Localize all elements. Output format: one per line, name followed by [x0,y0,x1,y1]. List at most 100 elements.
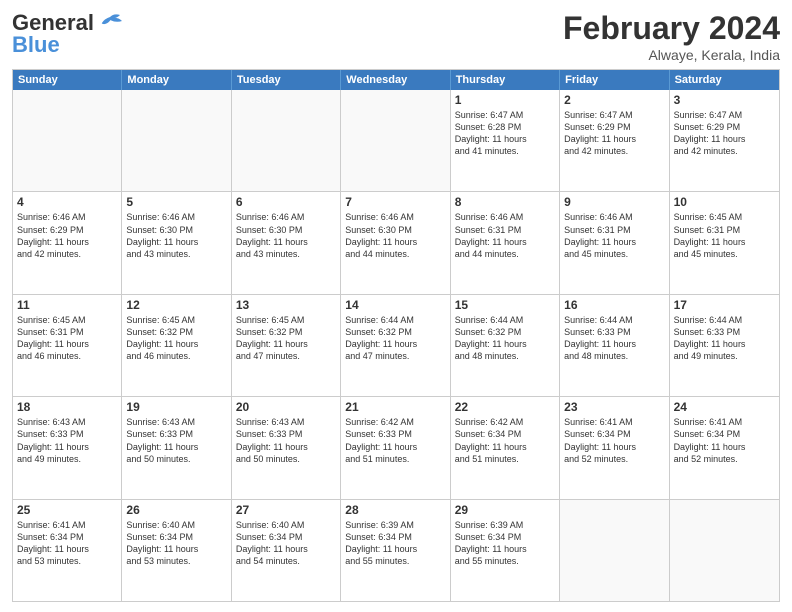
day-info: Sunrise: 6:44 AM Sunset: 6:33 PM Dayligh… [674,314,775,363]
day-number: 15 [455,298,555,312]
calendar-week-2: 11Sunrise: 6:45 AM Sunset: 6:31 PM Dayli… [13,294,779,396]
calendar-cell: 12Sunrise: 6:45 AM Sunset: 6:32 PM Dayli… [122,295,231,396]
page: General Blue February 2024 Alwaye, Keral… [0,0,792,612]
calendar-cell: 25Sunrise: 6:41 AM Sunset: 6:34 PM Dayli… [13,500,122,601]
day-of-week-friday: Friday [560,70,669,90]
day-number: 2 [564,93,664,107]
calendar-cell: 26 Sunrise: 6:40 AM Sunset: 6:34 PM Dayli… [122,500,231,601]
day-number: 17 [674,298,775,312]
calendar-cell: 7Sunrise: 6:46 AM Sunset: 6:30 PM Daylig… [341,192,450,293]
calendar-cell: 28Sunrise: 6:39 AM Sunset: 6:34 PM Dayli… [341,500,450,601]
calendar-cell: 21 Sunrise: 6:42 AM Sunset: 6:33 PM Dayli… [341,397,450,498]
day-info: Sunrise: 6:43 AM Sunset: 6:33 PM Dayligh… [236,416,336,465]
day-info: Sunrise: 6:42 AM Sunset: 6:34 PM Dayligh… [455,416,555,465]
calendar-header: SundayMondayTuesdayWednesdayThursdayFrid… [13,70,779,90]
month-title: February 2024 [563,10,780,47]
day-number: 20 [236,400,336,414]
day-info: Sunrise: 6:41 AM Sunset: 6:34 PM Dayligh… [17,519,117,568]
day-info: Sunrise: 6:41 AM Sunset: 6:34 PM Dayligh… [564,416,664,465]
day-number: 9 [564,195,664,209]
calendar-cell: 8Sunrise: 6:46 AM Sunset: 6:31 PM Daylig… [451,192,560,293]
day-number: 19 [126,400,226,414]
calendar-cell: 16 Sunrise: 6:44 AM Sunset: 6:33 PM Dayli… [560,295,669,396]
calendar-cell: 27Sunrise: 6:40 AM Sunset: 6:34 PM Dayli… [232,500,341,601]
calendar-cell: 29 Sunrise: 6:39 AM Sunset: 6:34 PM Dayli… [451,500,560,601]
day-info: Sunrise: 6:45 AM Sunset: 6:31 PM Dayligh… [674,211,775,260]
calendar-cell: 13 Sunrise: 6:45 AM Sunset: 6:32 PM Dayli… [232,295,341,396]
day-number: 7 [345,195,445,209]
day-info: Sunrise: 6:47 AM Sunset: 6:28 PM Dayligh… [455,109,555,158]
day-number: 27 [236,503,336,517]
day-info: Sunrise: 6:39 AM Sunset: 6:34 PM Dayligh… [455,519,555,568]
calendar-cell: 4 Sunrise: 6:46 AM Sunset: 6:29 PM Daylig… [13,192,122,293]
day-of-week-thursday: Thursday [451,70,560,90]
day-info: Sunrise: 6:43 AM Sunset: 6:33 PM Dayligh… [17,416,117,465]
day-info: Sunrise: 6:42 AM Sunset: 6:33 PM Dayligh… [345,416,445,465]
calendar-body: 1Sunrise: 6:47 AM Sunset: 6:28 PM Daylig… [13,90,779,601]
calendar-cell: 3 Sunrise: 6:47 AM Sunset: 6:29 PM Daylig… [670,90,779,191]
day-of-week-wednesday: Wednesday [341,70,450,90]
calendar-week-1: 4 Sunrise: 6:46 AM Sunset: 6:29 PM Daylig… [13,191,779,293]
calendar-week-0: 1Sunrise: 6:47 AM Sunset: 6:28 PM Daylig… [13,90,779,191]
calendar-cell [670,500,779,601]
day-number: 6 [236,195,336,209]
calendar-cell: 20 Sunrise: 6:43 AM Sunset: 6:33 PM Dayli… [232,397,341,498]
calendar-cell: 10 Sunrise: 6:45 AM Sunset: 6:31 PM Dayli… [670,192,779,293]
logo-bird-icon [96,13,124,35]
day-info: Sunrise: 6:45 AM Sunset: 6:31 PM Dayligh… [17,314,117,363]
calendar-cell: 19 Sunrise: 6:43 AM Sunset: 6:33 PM Dayli… [122,397,231,498]
day-number: 13 [236,298,336,312]
day-number: 16 [564,298,664,312]
calendar-cell [13,90,122,191]
calendar-cell: 24 Sunrise: 6:41 AM Sunset: 6:34 PM Dayli… [670,397,779,498]
calendar-cell: 5Sunrise: 6:46 AM Sunset: 6:30 PM Daylig… [122,192,231,293]
day-number: 12 [126,298,226,312]
calendar-cell: 22 Sunrise: 6:42 AM Sunset: 6:34 PM Dayli… [451,397,560,498]
logo: General Blue [12,10,124,58]
day-number: 21 [345,400,445,414]
calendar-cell [341,90,450,191]
calendar-cell: 2 Sunrise: 6:47 AM Sunset: 6:29 PM Daylig… [560,90,669,191]
calendar-cell: 17 Sunrise: 6:44 AM Sunset: 6:33 PM Dayli… [670,295,779,396]
day-number: 4 [17,195,117,209]
day-number: 14 [345,298,445,312]
calendar-cell: 15 Sunrise: 6:44 AM Sunset: 6:32 PM Dayli… [451,295,560,396]
day-info: Sunrise: 6:46 AM Sunset: 6:30 PM Dayligh… [126,211,226,260]
calendar-cell [232,90,341,191]
calendar-cell: 11Sunrise: 6:45 AM Sunset: 6:31 PM Dayli… [13,295,122,396]
day-of-week-monday: Monday [122,70,231,90]
day-info: Sunrise: 6:43 AM Sunset: 6:33 PM Dayligh… [126,416,226,465]
day-info: Sunrise: 6:41 AM Sunset: 6:34 PM Dayligh… [674,416,775,465]
day-info: Sunrise: 6:44 AM Sunset: 6:32 PM Dayligh… [455,314,555,363]
day-info: Sunrise: 6:46 AM Sunset: 6:31 PM Dayligh… [455,211,555,260]
calendar-cell: 6 Sunrise: 6:46 AM Sunset: 6:30 PM Daylig… [232,192,341,293]
day-of-week-tuesday: Tuesday [232,70,341,90]
day-of-week-sunday: Sunday [13,70,122,90]
calendar-cell [122,90,231,191]
calendar-cell: 14 Sunrise: 6:44 AM Sunset: 6:32 PM Dayli… [341,295,450,396]
calendar-week-4: 25Sunrise: 6:41 AM Sunset: 6:34 PM Dayli… [13,499,779,601]
calendar-cell: 9Sunrise: 6:46 AM Sunset: 6:31 PM Daylig… [560,192,669,293]
day-number: 3 [674,93,775,107]
title-area: February 2024 Alwaye, Kerala, India [563,10,780,63]
day-info: Sunrise: 6:44 AM Sunset: 6:33 PM Dayligh… [564,314,664,363]
day-number: 24 [674,400,775,414]
calendar-cell: 18 Sunrise: 6:43 AM Sunset: 6:33 PM Dayli… [13,397,122,498]
day-number: 10 [674,195,775,209]
day-number: 29 [455,503,555,517]
day-of-week-saturday: Saturday [670,70,779,90]
calendar-week-3: 18 Sunrise: 6:43 AM Sunset: 6:33 PM Dayli… [13,396,779,498]
day-info: Sunrise: 6:44 AM Sunset: 6:32 PM Dayligh… [345,314,445,363]
day-number: 28 [345,503,445,517]
day-info: Sunrise: 6:45 AM Sunset: 6:32 PM Dayligh… [236,314,336,363]
day-number: 26 [126,503,226,517]
day-number: 22 [455,400,555,414]
day-info: Sunrise: 6:47 AM Sunset: 6:29 PM Dayligh… [564,109,664,158]
day-info: Sunrise: 6:47 AM Sunset: 6:29 PM Dayligh… [674,109,775,158]
day-info: Sunrise: 6:46 AM Sunset: 6:30 PM Dayligh… [236,211,336,260]
day-number: 18 [17,400,117,414]
day-info: Sunrise: 6:40 AM Sunset: 6:34 PM Dayligh… [126,519,226,568]
day-info: Sunrise: 6:46 AM Sunset: 6:29 PM Dayligh… [17,211,117,260]
logo-blue-text: Blue [12,32,60,58]
day-number: 23 [564,400,664,414]
